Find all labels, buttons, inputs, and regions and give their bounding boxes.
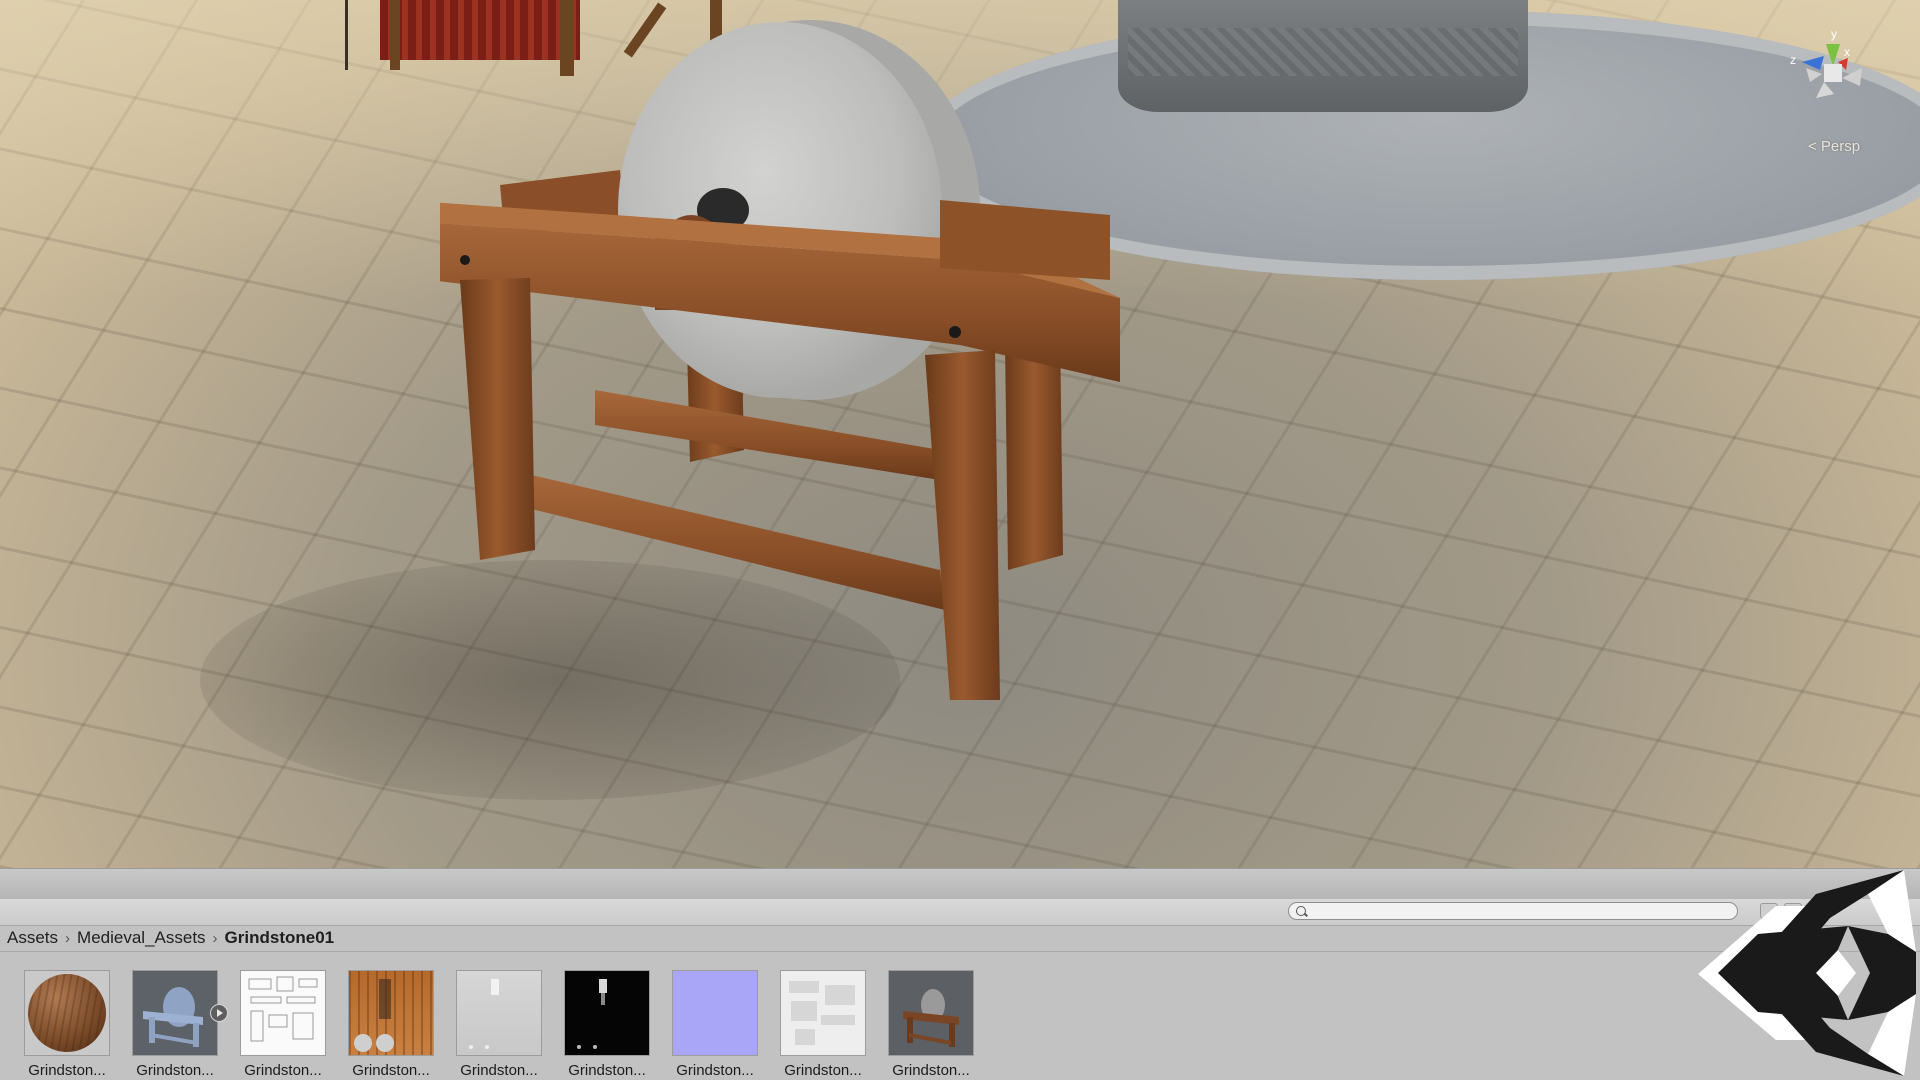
breadcrumb-item-current[interactable]: Grindstone01 xyxy=(225,928,335,948)
asset-item[interactable]: Grindston... xyxy=(564,970,650,1080)
asset-label: Grindston... xyxy=(460,1062,538,1079)
occlusion-texture-thumbnail xyxy=(780,970,866,1056)
asset-item[interactable]: Grindston... xyxy=(24,970,110,1080)
asset-label: Grindston... xyxy=(136,1062,214,1079)
prefab-thumbnail xyxy=(888,970,974,1056)
leg-front-left xyxy=(460,278,535,560)
gizmo-center-cube xyxy=(1824,64,1842,82)
search-input[interactable] xyxy=(1311,903,1731,919)
chevron-right-icon: › xyxy=(65,929,71,947)
search-field[interactable] xyxy=(1288,902,1738,920)
asset-item[interactable]: Grindston... xyxy=(456,970,542,1080)
unity-logo-icon xyxy=(1698,870,1916,1076)
gray-texture-thumbnail xyxy=(456,970,542,1056)
view-mode-label[interactable]: < Persp xyxy=(1808,138,1860,155)
editor-window: y z x < Persp ≡ Assets xyxy=(0,0,1920,1080)
stall-post xyxy=(390,0,400,70)
asset-item[interactable]: Grindston... xyxy=(132,970,228,1080)
breadcrumb-item[interactable]: Medieval_Assets xyxy=(77,928,206,948)
asset-grid: Grindston... Grindston... Grindston... G… xyxy=(24,970,974,1080)
panel-toolbar xyxy=(0,899,1920,926)
expand-play-icon[interactable] xyxy=(210,1004,228,1022)
asset-item[interactable]: Grindston... xyxy=(672,970,758,1080)
asset-label: Grindston... xyxy=(892,1062,970,1079)
asset-item[interactable]: Grindston... xyxy=(348,970,434,1080)
gizmo-axis-y-label: y xyxy=(1831,27,1837,41)
asset-label: Grindston... xyxy=(784,1062,862,1079)
grindstone-model[interactable] xyxy=(440,10,1380,860)
stretcher-lower xyxy=(510,470,945,610)
gizmo-neg-cone xyxy=(1806,68,1822,82)
asset-label: Grindston... xyxy=(244,1062,322,1079)
gizmo-y-cone xyxy=(1826,44,1840,66)
gizmo-axis-z-label: z xyxy=(1790,53,1796,67)
peg-hole xyxy=(460,255,470,265)
scene-view[interactable]: y z x < Persp xyxy=(0,0,1920,868)
gizmo-neg-cone xyxy=(1842,68,1862,86)
mask-texture-thumbnail xyxy=(564,970,650,1056)
material-thumbnail xyxy=(24,970,110,1056)
model-thumbnail xyxy=(132,970,218,1056)
asset-item[interactable]: Grindston... xyxy=(240,970,326,1080)
grindstone-wheel xyxy=(618,22,942,398)
project-panel: ≡ Assets › Medieval_Assets › Grindstone0… xyxy=(0,868,1920,1080)
orientation-gizmo[interactable]: y z x xyxy=(1776,24,1906,124)
gizmo-z-cone xyxy=(1802,56,1824,70)
peg-hole xyxy=(949,326,961,338)
breadcrumb: Assets › Medieval_Assets › Grindstone01 xyxy=(7,927,334,949)
search-icon xyxy=(1296,906,1306,916)
breadcrumb-item[interactable]: Assets xyxy=(7,928,58,948)
stretcher-upper xyxy=(595,390,940,480)
gizmo-axis-x-label: x xyxy=(1844,45,1850,59)
uv-texture-thumbnail xyxy=(240,970,326,1056)
chevron-right-icon: › xyxy=(212,929,218,947)
asset-label: Grindston... xyxy=(28,1062,106,1079)
divider xyxy=(0,951,1920,952)
gizmo-neg-cone xyxy=(1816,82,1834,98)
asset-item[interactable]: Grindston... xyxy=(888,970,974,1080)
normal-map-thumbnail xyxy=(672,970,758,1056)
asset-label: Grindston... xyxy=(352,1062,430,1079)
asset-label: Grindston... xyxy=(676,1062,754,1079)
panel-tab-bar: ≡ xyxy=(0,868,1920,900)
asset-item[interactable]: Grindston... xyxy=(780,970,866,1080)
asset-label: Grindston... xyxy=(568,1062,646,1079)
leg-front-right xyxy=(925,350,1000,700)
stall-pole xyxy=(345,0,348,70)
albedo-texture-thumbnail xyxy=(348,970,434,1056)
frame-side-beam xyxy=(940,200,1110,280)
